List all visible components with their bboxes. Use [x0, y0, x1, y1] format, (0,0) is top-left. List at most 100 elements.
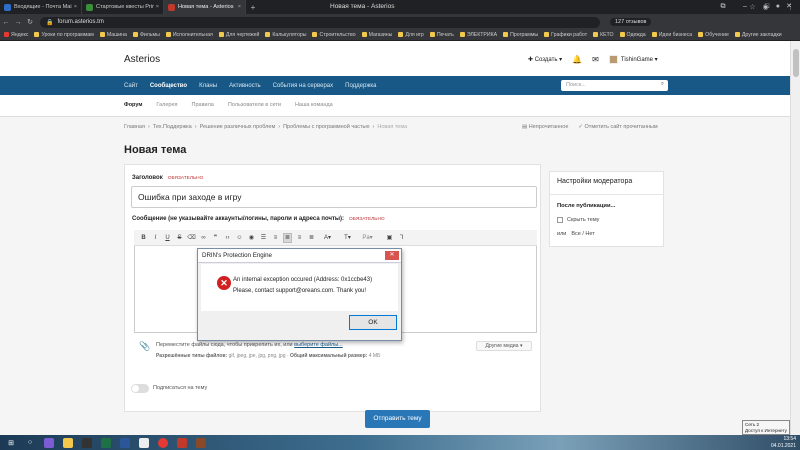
- game-icon[interactable]: [193, 436, 209, 449]
- list-icon[interactable]: ☰: [259, 233, 268, 243]
- mark-read-link[interactable]: ✓ Отметить сайт прочитанным: [578, 124, 657, 130]
- align-left-icon[interactable]: ≣: [283, 232, 292, 243]
- create-button[interactable]: ✚ Создать ▾: [528, 56, 562, 63]
- subnav-rules[interactable]: Правила: [192, 102, 214, 108]
- follow-toggle[interactable]: [131, 384, 149, 393]
- eraser-icon[interactable]: ⌫: [187, 233, 196, 243]
- excel-icon[interactable]: [98, 436, 114, 449]
- italic-icon[interactable]: I: [151, 233, 160, 243]
- breadcrumb-item[interactable]: Проблемы с программной частью: [283, 124, 369, 130]
- smiley-icon[interactable]: ☺: [235, 233, 244, 243]
- bookmark-folder[interactable]: Одежда: [619, 32, 646, 38]
- subnav-team[interactable]: Наша команда: [295, 102, 333, 108]
- code-icon[interactable]: ‹›: [223, 233, 232, 243]
- nav-clans[interactable]: Кланы: [199, 83, 217, 89]
- bookmark-folder[interactable]: Строительство: [312, 32, 356, 38]
- close-icon[interactable]: ×: [156, 4, 159, 10]
- envelope-icon[interactable]: ✉: [592, 55, 599, 64]
- other-media-button[interactable]: Другие медиа ▾: [476, 341, 532, 351]
- clear-format-icon[interactable]: Ꞁ: [397, 233, 406, 243]
- nav-support[interactable]: Поддержка: [345, 83, 376, 89]
- subnav-forums[interactable]: Форум: [124, 102, 142, 108]
- close-icon[interactable]: ×: [74, 4, 77, 10]
- bookmark-folder[interactable]: Программы: [503, 32, 538, 38]
- site-logo[interactable]: Asterios: [124, 54, 160, 65]
- bookmark-folder[interactable]: Печать: [429, 32, 454, 38]
- app-icon[interactable]: [174, 436, 190, 449]
- breadcrumb-item[interactable]: Главная: [124, 124, 145, 130]
- system-clock[interactable]: 13:54 04.01.2021: [771, 436, 796, 449]
- url-field[interactable]: 🔒 forum.asterios.tm: [40, 16, 600, 28]
- page-scrollbar[interactable]: [790, 41, 800, 435]
- search-input[interactable]: Поиск... ⌕: [561, 80, 668, 91]
- all-none-link[interactable]: Все / Нет: [571, 231, 594, 237]
- choose-files-link[interactable]: выберите файлы...: [294, 342, 343, 348]
- reviews-badge[interactable]: 127 отзывов: [610, 18, 652, 26]
- close-icon[interactable]: ×: [238, 4, 241, 10]
- link-icon[interactable]: ∞: [199, 233, 208, 243]
- bookmark-folder[interactable]: КЕТО: [593, 32, 614, 38]
- word-icon[interactable]: [117, 436, 133, 449]
- font-icon[interactable]: Pa▾: [359, 233, 376, 243]
- subnav-online[interactable]: Пользователи в сети: [228, 102, 281, 108]
- template-icon[interactable]: ▣: [385, 233, 394, 243]
- menu-icon[interactable]: ⋮: [787, 3, 794, 11]
- user-menu[interactable]: TishinGame ▾: [608, 55, 658, 64]
- tab-asterios[interactable]: Новая тема - Asterios ×: [164, 0, 246, 14]
- tab-prime[interactable]: Стартовые квесты Prime ×: [82, 0, 164, 14]
- app-icon[interactable]: [41, 436, 57, 449]
- close-icon[interactable]: ✕: [385, 251, 399, 260]
- star-icon[interactable]: ☆: [749, 3, 755, 11]
- start-icon[interactable]: ⊞: [3, 436, 19, 449]
- bookmark-folder[interactable]: Графики работ: [544, 32, 587, 38]
- nav-activity[interactable]: Активность: [229, 83, 261, 89]
- back-icon[interactable]: ←: [0, 19, 12, 26]
- bookmark-folder[interactable]: Фильмы: [132, 32, 160, 38]
- nav-site[interactable]: Сайт: [124, 83, 138, 89]
- spoiler-icon[interactable]: ◉: [247, 233, 256, 243]
- bold-icon[interactable]: B: [139, 233, 148, 243]
- bookmark-folder[interactable]: Машина: [99, 32, 127, 38]
- forward-icon[interactable]: →: [12, 19, 24, 26]
- text-color-icon[interactable]: A▾: [319, 233, 336, 243]
- scrollbar-thumb[interactable]: [793, 49, 799, 77]
- extensions-icon[interactable]: ◉: [763, 3, 769, 11]
- nav-community[interactable]: Сообщество: [150, 83, 187, 89]
- underline-icon[interactable]: U: [163, 233, 172, 243]
- font-size-icon[interactable]: T▾: [339, 233, 356, 243]
- new-tab-button[interactable]: +: [246, 0, 260, 14]
- reload-icon[interactable]: ↻: [24, 18, 36, 26]
- breadcrumb-item[interactable]: Тех.Поддержка: [153, 124, 192, 130]
- strike-icon[interactable]: S: [175, 233, 184, 243]
- subnav-gallery[interactable]: Галерея: [156, 102, 177, 108]
- app-icon[interactable]: [136, 436, 152, 449]
- bookmark-folder[interactable]: Другие закладки: [734, 32, 782, 38]
- bookmark-folder[interactable]: Для чертежей: [218, 32, 259, 38]
- bookmark-folder[interactable]: ЭЛЕКТРИКА: [459, 32, 497, 38]
- quote-icon[interactable]: ❞: [211, 233, 220, 243]
- align-right-icon[interactable]: ≣: [307, 233, 316, 243]
- bookmark-folder[interactable]: Магазины: [361, 32, 392, 38]
- ok-button[interactable]: OK: [349, 315, 397, 330]
- nav-server-events[interactable]: События на серверах: [273, 83, 334, 89]
- title-input[interactable]: Ошибка при заходе в игру: [131, 186, 537, 208]
- submit-button[interactable]: Отправить тему: [365, 410, 430, 428]
- hide-checkbox[interactable]: [557, 217, 563, 223]
- bookmark-folder[interactable]: Для игр: [398, 32, 424, 38]
- search-icon[interactable]: ⌕: [661, 81, 664, 88]
- unread-link[interactable]: ▤ Непрочитанное: [522, 124, 568, 130]
- breadcrumb-item[interactable]: Решение различных проблем: [200, 124, 276, 130]
- bell-icon[interactable]: 🔔: [572, 55, 582, 64]
- bookmark-folder[interactable]: Исполнительная: [165, 32, 213, 38]
- yandex-icon[interactable]: [155, 436, 171, 449]
- app-icon[interactable]: [79, 436, 95, 449]
- tab-mail[interactable]: Входящие - Почта Mail.ru×: [0, 0, 82, 14]
- bookmark-folder[interactable]: Обучение: [698, 32, 729, 38]
- profile-icon[interactable]: ●: [776, 3, 780, 11]
- align-center-icon[interactable]: ≡: [295, 233, 304, 243]
- restore-icon[interactable]: ⧉: [712, 0, 734, 14]
- search-icon[interactable]: ○: [22, 436, 38, 449]
- hide-thread-option[interactable]: Скрыть тему: [557, 217, 599, 223]
- numbered-list-icon[interactable]: ≡: [271, 233, 280, 243]
- bookmark-folder[interactable]: Калькуляторы: [265, 32, 306, 38]
